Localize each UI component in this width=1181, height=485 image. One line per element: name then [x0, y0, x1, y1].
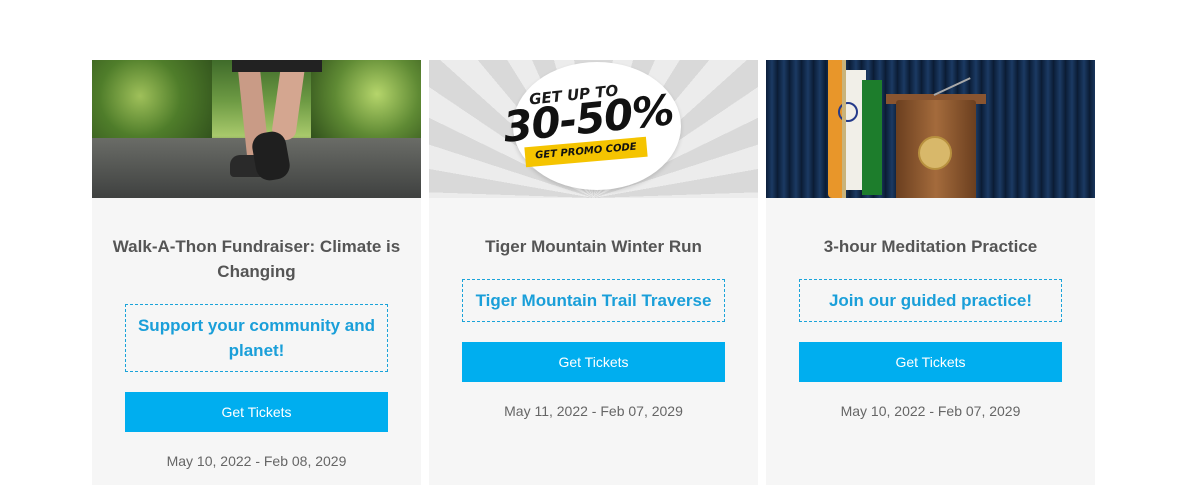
walking-feet-image[interactable] — [92, 60, 421, 198]
get-tickets-button[interactable]: Get Tickets — [799, 342, 1062, 382]
event-title[interactable]: 3-hour Meditation Practice — [781, 234, 1081, 259]
event-card: GET UP TO 30-50% GET PROMO CODE Tiger Mo… — [429, 60, 758, 485]
promo-banner-image[interactable]: GET UP TO 30-50% GET PROMO CODE — [429, 60, 758, 198]
event-dates: May 10, 2022 - Feb 08, 2029 — [166, 453, 347, 469]
event-title[interactable]: Walk-A-Thon Fundraiser: Climate is Chang… — [107, 234, 407, 284]
event-dates: May 10, 2022 - Feb 07, 2029 — [840, 403, 1021, 419]
event-cards: Walk-A-Thon Fundraiser: Climate is Chang… — [92, 60, 1095, 485]
event-card: Walk-A-Thon Fundraiser: Climate is Chang… — [92, 60, 421, 485]
get-tickets-button[interactable]: Get Tickets — [125, 392, 388, 432]
event-title[interactable]: Tiger Mountain Winter Run — [444, 234, 744, 259]
event-dates: May 11, 2022 - Feb 07, 2029 — [504, 403, 683, 419]
event-subtitle-link[interactable]: Join our guided practice! — [799, 279, 1062, 322]
event-subtitle-link[interactable]: Support your community and planet! — [125, 304, 388, 372]
event-subtitle-link[interactable]: Tiger Mountain Trail Traverse — [462, 279, 725, 322]
flag-podium-image[interactable] — [766, 60, 1095, 198]
event-card: 3-hour Meditation Practice Join our guid… — [766, 60, 1095, 485]
get-tickets-button[interactable]: Get Tickets — [462, 342, 725, 382]
